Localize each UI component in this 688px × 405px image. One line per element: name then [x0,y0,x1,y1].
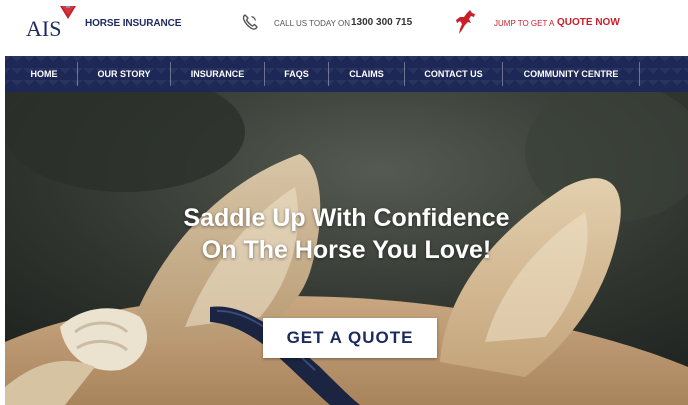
brand-name: HORSE INSURANCE [85,18,182,29]
nav-item-faqs[interactable]: FAQS [265,56,328,92]
hero-headline: Saddle Up With Confidence On The Horse Y… [5,202,688,266]
horse-icon [456,10,475,34]
call-us-label: CALL US TODAY ON [274,19,351,28]
nav-item-our-story[interactable]: OUR STORY [78,56,170,92]
phone-icon [242,14,258,30]
nav-divider [639,62,640,86]
logo-flag-icon [60,6,76,19]
get-a-quote-button[interactable]: GET A QUOTE [263,318,437,358]
quote-now-link[interactable]: QUOTE NOW [557,17,620,28]
nav-item-claims[interactable]: CLAIMS [329,56,404,92]
nav-item-home[interactable]: HOME [11,56,77,92]
hero-banner: Saddle Up With Confidence On The Horse Y… [5,92,688,405]
ais-logo[interactable]: AIS [26,6,78,44]
site-header: AIS HORSE INSURANCE CALL US TODAY ON 130… [0,0,688,50]
nav-item-community-centre[interactable]: COMMUNITY CENTRE [503,56,639,92]
main-navigation: HOME OUR STORY INSURANCE FAQS CLAIMS CON… [5,56,688,92]
jump-label: JUMP TO GET A [494,19,555,28]
phone-number-link[interactable]: 1300 300 715 [351,17,412,28]
hero-headline-line-1: Saddle Up With Confidence [183,204,510,232]
nav-item-contact-us[interactable]: CONTACT US [405,56,502,92]
hero-headline-line-2: On The Horse You Love! [201,236,492,264]
nav-item-insurance[interactable]: INSURANCE [171,56,264,92]
logo-text: AIS [26,16,62,41]
